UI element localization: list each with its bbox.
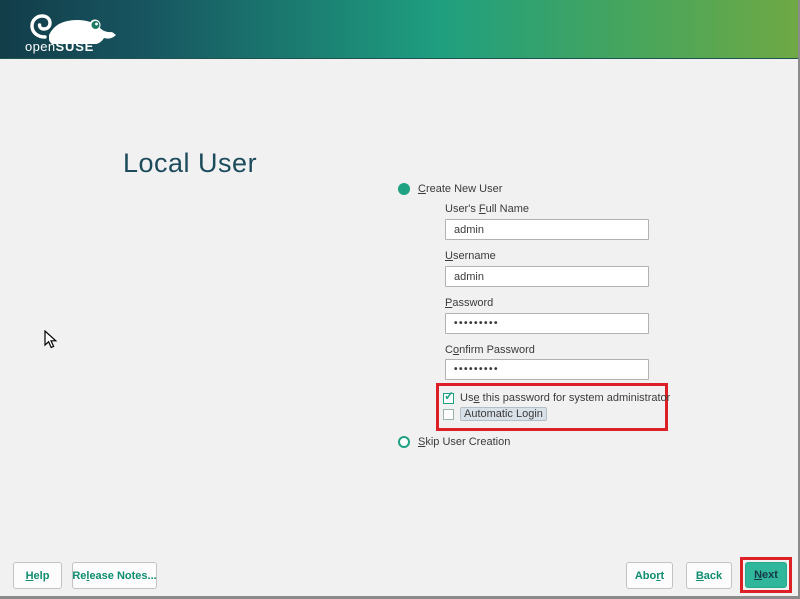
abort-button[interactable]: Abort — [626, 562, 673, 589]
radio-button-unselected-icon[interactable] — [398, 436, 410, 448]
radio-skip-user-creation-label: Skip User Creation — [418, 436, 510, 448]
page-title: Local User — [123, 148, 257, 179]
checkbox-automatic-login-label: Automatic Login — [460, 407, 547, 421]
radio-button-selected-icon[interactable] — [398, 183, 410, 195]
checkbox-use-password-for-admin-label: Use this password for system administrat… — [460, 392, 670, 404]
confirm-password-label: Confirm Password — [445, 344, 535, 356]
opensuse-wordmark: openSUSE — [25, 40, 121, 53]
checkbox-checked-icon[interactable]: ✓ — [443, 393, 454, 404]
username-input[interactable] — [445, 266, 649, 287]
opensuse-logo: openSUSE — [25, 4, 121, 53]
mouse-cursor-icon — [44, 330, 58, 355]
password-label: Password — [445, 297, 493, 309]
checkbox-unchecked-icon[interactable] — [443, 409, 454, 420]
check-icon: ✓ — [444, 390, 454, 402]
radio-create-new-user-label: Create New User — [418, 183, 502, 195]
full-name-label: User's Full Name — [445, 203, 529, 215]
release-notes-button[interactable]: Release Notes... — [72, 562, 157, 589]
username-label: Username — [445, 250, 496, 262]
radio-create-new-user[interactable]: Create New User — [398, 183, 502, 195]
full-name-input[interactable] — [445, 219, 649, 240]
confirm-password-input[interactable] — [445, 359, 649, 380]
chameleon-icon — [25, 4, 121, 44]
help-button[interactable]: Help — [13, 562, 62, 589]
header-banner: openSUSE — [0, 0, 800, 59]
radio-skip-user-creation[interactable]: Skip User Creation — [398, 436, 510, 448]
installer-window: openSUSE Local User Create New User User… — [0, 0, 800, 599]
next-button[interactable]: Next — [745, 562, 787, 588]
back-button[interactable]: Back — [686, 562, 732, 589]
checkbox-use-password-for-admin[interactable]: ✓ Use this password for system administr… — [443, 392, 670, 404]
highlight-annotation-next: Next — [740, 557, 792, 593]
checkbox-automatic-login[interactable]: Automatic Login — [443, 407, 547, 421]
password-input[interactable] — [445, 313, 649, 334]
